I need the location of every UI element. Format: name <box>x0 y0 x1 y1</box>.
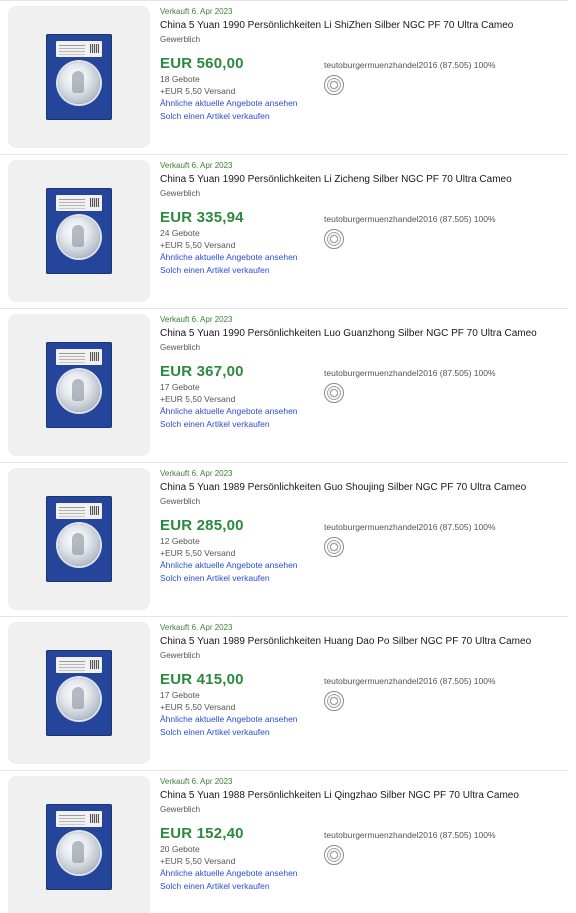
listing-item: Verkauft 6. Apr 2023 China 5 Yuan 1989 P… <box>0 616 568 770</box>
listing-thumbnail[interactable] <box>8 468 150 610</box>
seller-info: teutoburgermuenzhandel2016 (87.505) 100% <box>324 830 496 840</box>
sold-date: Verkauft 6. Apr 2023 <box>160 623 233 632</box>
view-similar-link[interactable]: Ähnliche aktuelle Angebote ansehen <box>160 560 298 570</box>
seller-info: teutoburgermuenzhandel2016 (87.505) 100% <box>324 60 496 70</box>
listing-price: EUR 367,00 <box>160 363 244 380</box>
view-similar-link[interactable]: Ähnliche aktuelle Angebote ansehen <box>160 406 298 416</box>
shipping-cost: +EUR 5,50 Versand <box>160 856 236 866</box>
view-similar-link[interactable]: Ähnliche aktuelle Angebote ansehen <box>160 98 298 108</box>
coin-icon <box>58 832 100 874</box>
listing-item: Verkauft 6. Apr 2023 China 5 Yuan 1990 P… <box>0 154 568 308</box>
seller-seal-icon <box>324 383 344 403</box>
listing-title[interactable]: China 5 Yuan 1990 Persönlichkeiten Li Sh… <box>160 20 565 32</box>
listing-condition: Gewerblich <box>160 343 201 352</box>
bid-count: 12 Gebote <box>160 536 200 546</box>
seller-seal-icon <box>324 537 344 557</box>
slab-label <box>56 195 102 211</box>
coin-slab-image <box>46 34 112 120</box>
listing-price: EUR 415,00 <box>160 671 244 688</box>
sell-similar-link[interactable]: Solch einen Artikel verkaufen <box>160 419 270 429</box>
listing-price: EUR 560,00 <box>160 55 244 72</box>
sold-date: Verkauft 6. Apr 2023 <box>160 469 233 478</box>
coin-icon <box>58 370 100 412</box>
coin-icon <box>58 524 100 566</box>
shipping-cost: +EUR 5,50 Versand <box>160 394 236 404</box>
bid-count: 20 Gebote <box>160 844 200 854</box>
listing-thumbnail[interactable] <box>8 622 150 764</box>
listing-thumbnail[interactable] <box>8 6 150 148</box>
listing-thumbnail[interactable] <box>8 160 150 302</box>
bid-count: 18 Gebote <box>160 74 200 84</box>
listing-price: EUR 152,40 <box>160 825 244 842</box>
seller-info: teutoburgermuenzhandel2016 (87.505) 100% <box>324 368 496 378</box>
listing-title[interactable]: China 5 Yuan 1988 Persönlichkeiten Li Qi… <box>160 790 565 802</box>
bid-count: 17 Gebote <box>160 382 200 392</box>
shipping-cost: +EUR 5,50 Versand <box>160 548 236 558</box>
listing-condition: Gewerblich <box>160 651 201 660</box>
coin-slab-image <box>46 188 112 274</box>
listing-price: EUR 335,94 <box>160 209 244 226</box>
shipping-cost: +EUR 5,50 Versand <box>160 240 236 250</box>
slab-label <box>56 657 102 673</box>
sell-similar-link[interactable]: Solch einen Artikel verkaufen <box>160 265 270 275</box>
sold-date: Verkauft 6. Apr 2023 <box>160 7 233 16</box>
view-similar-link[interactable]: Ähnliche aktuelle Angebote ansehen <box>160 252 298 262</box>
bid-count: 24 Gebote <box>160 228 200 238</box>
listing-price: EUR 285,00 <box>160 517 244 534</box>
view-similar-link[interactable]: Ähnliche aktuelle Angebote ansehen <box>160 714 298 724</box>
seller-seal-icon <box>324 75 344 95</box>
view-similar-link[interactable]: Ähnliche aktuelle Angebote ansehen <box>160 868 298 878</box>
sell-similar-link[interactable]: Solch einen Artikel verkaufen <box>160 573 270 583</box>
slab-label <box>56 503 102 519</box>
seller-seal-icon <box>324 229 344 249</box>
sold-date: Verkauft 6. Apr 2023 <box>160 161 233 170</box>
listing-item: Verkauft 6. Apr 2023 China 5 Yuan 1990 P… <box>0 0 568 154</box>
shipping-cost: +EUR 5,50 Versand <box>160 86 236 96</box>
slab-label <box>56 41 102 57</box>
listing-condition: Gewerblich <box>160 805 201 814</box>
slab-label <box>56 811 102 827</box>
seller-info: teutoburgermuenzhandel2016 (87.505) 100% <box>324 522 496 532</box>
coin-slab-image <box>46 804 112 890</box>
listing-item: Verkauft 6. Apr 2023 China 5 Yuan 1989 P… <box>0 462 568 616</box>
coin-slab-image <box>46 496 112 582</box>
sell-similar-link[interactable]: Solch einen Artikel verkaufen <box>160 727 270 737</box>
sell-similar-link[interactable]: Solch einen Artikel verkaufen <box>160 881 270 891</box>
seller-info: teutoburgermuenzhandel2016 (87.505) 100% <box>324 676 496 686</box>
seller-seal-icon <box>324 691 344 711</box>
listing-condition: Gewerblich <box>160 35 201 44</box>
sold-listings: Verkauft 6. Apr 2023 China 5 Yuan 1990 P… <box>0 0 576 913</box>
coin-slab-image <box>46 342 112 428</box>
sell-similar-link[interactable]: Solch einen Artikel verkaufen <box>160 111 270 121</box>
seller-info: teutoburgermuenzhandel2016 (87.505) 100% <box>324 214 496 224</box>
coin-icon <box>58 678 100 720</box>
listing-item: Verkauft 6. Apr 2023 China 5 Yuan 1990 P… <box>0 308 568 462</box>
listing-condition: Gewerblich <box>160 497 201 506</box>
shipping-cost: +EUR 5,50 Versand <box>160 702 236 712</box>
listing-title[interactable]: China 5 Yuan 1990 Persönlichkeiten Li Zi… <box>160 174 565 186</box>
listing-title[interactable]: China 5 Yuan 1989 Persönlichkeiten Huang… <box>160 636 565 648</box>
listing-item: Verkauft 6. Apr 2023 China 5 Yuan 1988 P… <box>0 770 568 913</box>
coin-slab-image <box>46 650 112 736</box>
listing-title[interactable]: China 5 Yuan 1989 Persönlichkeiten Guo S… <box>160 482 565 494</box>
seller-seal-icon <box>324 845 344 865</box>
bid-count: 17 Gebote <box>160 690 200 700</box>
coin-icon <box>58 62 100 104</box>
sold-date: Verkauft 6. Apr 2023 <box>160 315 233 324</box>
listing-condition: Gewerblich <box>160 189 201 198</box>
listing-thumbnail[interactable] <box>8 776 150 913</box>
sold-date: Verkauft 6. Apr 2023 <box>160 777 233 786</box>
coin-icon <box>58 216 100 258</box>
listing-title[interactable]: China 5 Yuan 1990 Persönlichkeiten Luo G… <box>160 328 565 340</box>
listing-thumbnail[interactable] <box>8 314 150 456</box>
slab-label <box>56 349 102 365</box>
